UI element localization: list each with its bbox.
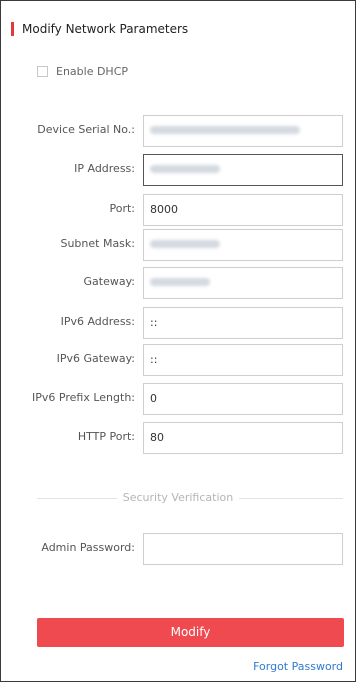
gateway-label: Gateway: — [83, 275, 136, 288]
admin-password-label: Admin Password: — [41, 541, 135, 554]
ipv6-field[interactable]: :: — [143, 307, 343, 339]
ipv6-gateway-row: IPv6 Gateway: :: — [1, 344, 355, 376]
modify-button[interactable]: Modify — [37, 618, 344, 647]
panel-header: Modify Network Parameters — [11, 19, 188, 39]
subnet-label: Subnet Mask: — [60, 237, 135, 250]
ip-redacted — [150, 165, 220, 173]
http-port-row: HTTP Port: 80 — [1, 422, 355, 454]
port-label: Port: — [109, 202, 135, 215]
dhcp-checkbox[interactable] — [37, 66, 48, 77]
subnet-redacted — [150, 240, 220, 248]
forgot-password-link[interactable]: Forgot Password — [253, 660, 343, 673]
ip-row: IP Address: — [1, 154, 355, 186]
subnet-field[interactable] — [143, 229, 343, 261]
header-accent-bar — [11, 22, 14, 36]
port-row: Port: 8000 — [1, 194, 355, 226]
security-title: Security Verification — [1, 491, 355, 504]
ip-label: IP Address: — [74, 162, 135, 175]
security-title-text: Security Verification — [116, 491, 240, 504]
gateway-row: Gateway: — [1, 267, 355, 299]
ipv6-label: IPv6 Address: — [60, 315, 135, 328]
http-port-label: HTTP Port: — [77, 430, 135, 443]
subnet-row: Subnet Mask: — [1, 229, 355, 261]
admin-password-field[interactable] — [143, 533, 343, 565]
enable-dhcp[interactable]: Enable DHCP — [37, 65, 128, 78]
gateway-field[interactable] — [143, 267, 343, 299]
serial-field[interactable] — [143, 115, 343, 147]
port-field[interactable]: 8000 — [143, 194, 343, 226]
serial-label: Device Serial No.: — [37, 123, 135, 136]
panel-title: Modify Network Parameters — [22, 22, 189, 36]
ipv6-prefix-row: IPv6 Prefix Length: 0 — [1, 383, 355, 415]
ipv6-row: IPv6 Address: :: — [1, 307, 355, 339]
admin-password-row: Admin Password: — [1, 533, 355, 565]
serial-row: Device Serial No.: — [1, 115, 355, 147]
ipv6-gateway-label: IPv6 Gateway: — [56, 352, 135, 365]
ipv6-prefix-field[interactable]: 0 — [143, 383, 343, 415]
ipv6-gateway-field[interactable]: :: — [143, 344, 343, 376]
ip-field[interactable] — [143, 154, 343, 186]
dhcp-label: Enable DHCP — [56, 65, 129, 78]
modify-network-panel: Modify Network Parameters Enable DHCP De… — [0, 0, 356, 682]
http-port-field[interactable]: 80 — [143, 422, 343, 454]
gateway-redacted — [150, 278, 210, 286]
serial-redacted — [150, 126, 300, 134]
ipv6-prefix-label: IPv6 Prefix Length: — [32, 391, 135, 404]
